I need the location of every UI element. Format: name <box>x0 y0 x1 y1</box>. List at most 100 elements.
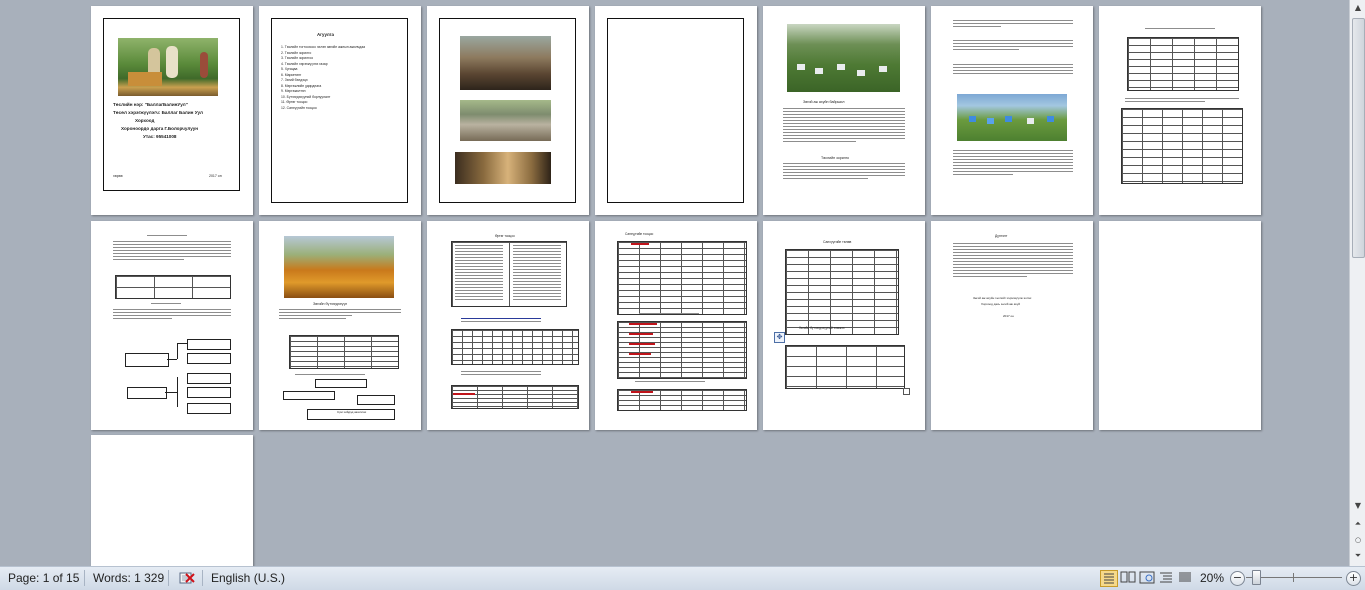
toc-item: 7. Зөгий бэлдэцэ <box>281 78 308 82</box>
web-layout-view-icon[interactable] <box>1139 570 1155 585</box>
scroll-up-arrow-icon[interactable]: ▲ <box>1350 0 1365 16</box>
page-9-products[interactable]: Зөгийн бүтээгдэхүүн Сүм хийдэд ажиллах <box>259 221 421 430</box>
scroll-down-arrow-icon[interactable]: ▼ <box>1350 498 1365 514</box>
highlight-cell <box>631 391 653 393</box>
print-layout-view-icon[interactable] <box>1100 570 1118 587</box>
paragraph-lines <box>783 108 905 144</box>
page13-note1: Зөгий аж ахуйн төслийг хэрэгжүүлж эхлэх <box>973 296 1032 300</box>
zoom-center-tick <box>1293 573 1294 582</box>
connector <box>167 359 177 360</box>
status-separator <box>168 570 169 586</box>
paragraph-lines <box>953 20 1073 29</box>
page13-heading: Дүгнэлт <box>995 234 1008 238</box>
page11-heading: Санхүүгийн тооцоо <box>625 232 654 236</box>
highlight-cell <box>629 343 655 345</box>
toc-item: 8. Мэргэжлийн удирдлага <box>281 83 322 88</box>
page-8-orgchart[interactable] <box>91 221 253 430</box>
toc-item: 2. Төслийн зорилго <box>281 50 312 55</box>
cover-phone: Утас: 95541008 <box>143 134 177 139</box>
table-cost-summary <box>451 385 579 409</box>
table-move-handle[interactable]: ✥ <box>774 332 785 343</box>
zoom-slider-knob[interactable] <box>1252 570 1261 585</box>
connector <box>177 377 178 407</box>
toc-item: 11. Өртөг тооцоо <box>281 100 308 104</box>
page-3-photos[interactable] <box>427 6 589 215</box>
photo-blue-hives <box>957 94 1067 141</box>
flow-box-left <box>283 391 335 400</box>
select-browse-object-icon[interactable]: ○ <box>1350 532 1365 548</box>
cover-organization: Төсөл хэрэгжүүлэгч: Баллаг Балин Уул <box>113 110 203 115</box>
draft-view-icon[interactable] <box>1177 570 1193 585</box>
status-bar: Page: 1 of 15 Words: 1 329 English (U.S.… <box>0 566 1365 590</box>
caption-line <box>461 371 541 377</box>
document-canvas[interactable]: Төслийн нэр: "БаллагБалинУул" Төсөл хэрэ… <box>0 0 1349 566</box>
caption-line <box>635 381 705 384</box>
org-box-1 <box>187 339 231 350</box>
page-15-blank[interactable] <box>91 435 253 566</box>
page5-subheading: Төслийн зорилго <box>821 156 850 160</box>
table-cell-lines <box>455 245 503 302</box>
table-1 <box>1127 37 1239 91</box>
page-count[interactable]: Page: 1 of 15 <box>8 571 79 585</box>
connector <box>177 343 187 344</box>
page-13-conclusion[interactable]: Дүгнэлт Зөгий аж ахуйн төслийг хэрэгжүүл… <box>931 221 1093 430</box>
table-products <box>289 335 399 369</box>
heading-line <box>151 303 181 306</box>
flow-box-top <box>315 379 367 388</box>
highlight-cell <box>631 243 649 245</box>
page-1-cover[interactable]: Төслийн нэр: "БаллагБалинУул" Төсөл хэрэ… <box>91 6 253 215</box>
page-14-blank[interactable] <box>1099 221 1261 430</box>
page-2-toc[interactable]: Агуулга 1. Төслийн тогтоохоос эхлэн зөги… <box>259 6 421 215</box>
zoom-in-icon[interactable]: + <box>1346 571 1361 586</box>
word-count[interactable]: Words: 1 329 <box>93 571 164 585</box>
photo-cellar <box>455 152 551 184</box>
page-7-tables[interactable] <box>1099 6 1261 215</box>
page-4-blank[interactable] <box>595 6 757 215</box>
highlight-cell <box>629 333 653 335</box>
toc-heading: Агуулга <box>317 32 334 37</box>
toc-item: 10. Бүтээгдэхүүний борлуулалт <box>281 94 331 99</box>
paragraph-lines <box>953 243 1073 279</box>
connector <box>165 392 177 393</box>
page13-note2: Хорхоод дахь зөгий аж ахуй <box>981 302 1021 306</box>
highlight-cell <box>629 353 651 355</box>
toc-item: 6. Маркетинг <box>281 72 302 77</box>
photo-apiary-hives <box>787 24 900 92</box>
org-box-main-1 <box>125 353 169 367</box>
caption-line <box>295 374 365 377</box>
page5-heading: Зөгий аж ахуйн байршил <box>803 100 845 104</box>
scrollbar-thumb[interactable] <box>1352 18 1365 258</box>
next-page-icon[interactable]: ⏷ <box>1350 548 1365 564</box>
table-resize-handle[interactable] <box>903 388 910 395</box>
photo-foundation <box>460 100 551 141</box>
outline-view-icon[interactable] <box>1158 570 1174 585</box>
proofing-errors-icon[interactable] <box>178 570 196 586</box>
paragraph-lines <box>1125 98 1239 104</box>
caption-line <box>461 318 541 324</box>
page-12-status[interactable]: Санхүүгийн төлөв Зөгийн бүтээгдэхүүний х… <box>763 221 925 430</box>
page-10-cost[interactable]: Өртөг тооцоо <box>427 221 589 430</box>
page-11-finance[interactable]: Санхүүгийн тооцоо <box>595 221 757 430</box>
page9-caption: Сүм хийдэд ажиллах <box>337 410 367 414</box>
table-2 <box>1121 108 1243 184</box>
org-box-2 <box>187 353 231 364</box>
toc-item: 1. Төслийн тогтоохоос эхлэн зөгийн ажлын… <box>281 45 365 49</box>
language[interactable]: English (U.S.) <box>211 571 285 585</box>
vertical-scrollbar[interactable]: ▲ ▼ ⏶ ○ ⏷ <box>1349 0 1365 566</box>
table-status-2 <box>785 345 905 389</box>
page12-heading: Санхүүгийн төлөв <box>823 240 852 244</box>
page-6-text-photo[interactable] <box>931 6 1093 215</box>
cover-footer-right: 2017 он <box>209 174 222 178</box>
full-screen-reading-view-icon[interactable] <box>1120 570 1136 585</box>
toc-list: 1. Төслийн тогтоохоос эхлэн зөгийн ажлын… <box>281 45 365 112</box>
paragraph-lines <box>953 40 1073 52</box>
toc-item: 12. Санхүүгийн тооцоо <box>281 105 317 110</box>
zoom-out-icon[interactable]: − <box>1230 571 1245 586</box>
zoom-level[interactable]: 20% <box>1200 571 1224 585</box>
connector <box>177 343 178 359</box>
previous-page-icon[interactable]: ⏶ <box>1350 516 1365 532</box>
cover-title: Төслийн нэр: "БаллагБалинУул" <box>113 102 188 107</box>
page-border <box>607 18 744 203</box>
page-5-apiary[interactable]: Зөгий аж ахуйн байршил Төслийн зорилго <box>763 6 925 215</box>
org-box-5 <box>187 403 231 414</box>
